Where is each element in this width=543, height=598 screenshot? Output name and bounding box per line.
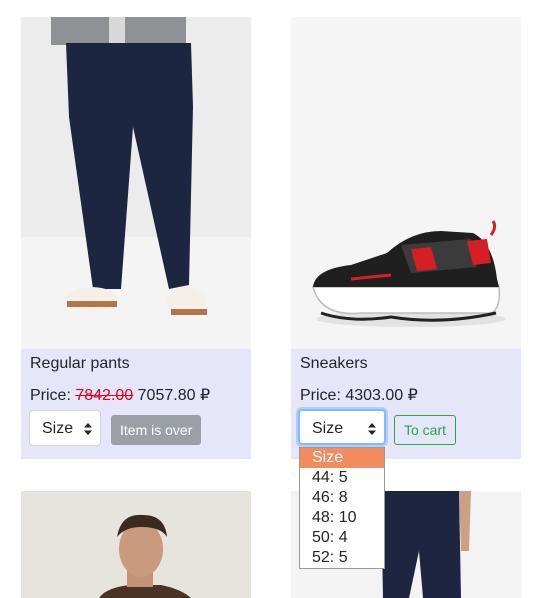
- size-option[interactable]: 48: 10: [300, 508, 384, 528]
- size-select-value: Size: [42, 420, 74, 437]
- product-image-sneakers[interactable]: [291, 17, 521, 349]
- product-image-jacket[interactable]: [21, 491, 251, 598]
- select-arrows-icon: [84, 423, 92, 435]
- size-option[interactable]: Size: [300, 448, 384, 468]
- product-name: Sneakers: [300, 355, 368, 372]
- size-dropdown-list[interactable]: Size 44: 5 46: 8 48: 10 50: 4 52: 5: [299, 447, 385, 569]
- current-price: 4303.00 ₽: [345, 387, 418, 404]
- product-card-sneakers: Sneakers Price: 4303.00 ₽ Size To cart: [291, 17, 521, 459]
- size-option[interactable]: 46: 8: [300, 488, 384, 508]
- man-portrait-photo-icon: [21, 491, 251, 598]
- size-select[interactable]: Size: [298, 409, 386, 445]
- current-price: 7057.80 ₽: [137, 387, 211, 404]
- sneaker-photo-icon: [291, 17, 521, 349]
- size-select-value: Size: [312, 420, 344, 437]
- product-price: Price: 7842.00 7057.80 ₽: [30, 385, 210, 405]
- product-card-pants: Regular pants Price: 7842.00 7057.80 ₽ S…: [21, 17, 251, 459]
- size-option[interactable]: 52: 5: [300, 548, 384, 568]
- size-select[interactable]: Size: [29, 410, 101, 446]
- to-cart-button[interactable]: To cart: [394, 415, 457, 445]
- size-option[interactable]: 44: 5: [300, 468, 384, 488]
- price-label: Price:: [300, 387, 341, 404]
- old-price: 7842.00: [75, 387, 134, 404]
- item-is-over-button[interactable]: Item is over: [111, 415, 202, 445]
- product-card-jacket: [21, 491, 251, 598]
- product-info-pants: Regular pants Price: 7842.00 7057.80 ₽ S…: [21, 349, 251, 459]
- pants-photo-icon: [21, 17, 251, 349]
- select-arrows-icon: [368, 423, 376, 435]
- product-info-sneakers: Sneakers Price: 4303.00 ₽ Size To cart: [291, 349, 521, 459]
- size-option[interactable]: 50: 4: [300, 528, 384, 548]
- price-label: Price:: [30, 387, 71, 404]
- product-image-pants[interactable]: [21, 17, 251, 349]
- product-name: Regular pants: [30, 355, 130, 372]
- product-price: Price: 4303.00 ₽: [300, 385, 418, 405]
